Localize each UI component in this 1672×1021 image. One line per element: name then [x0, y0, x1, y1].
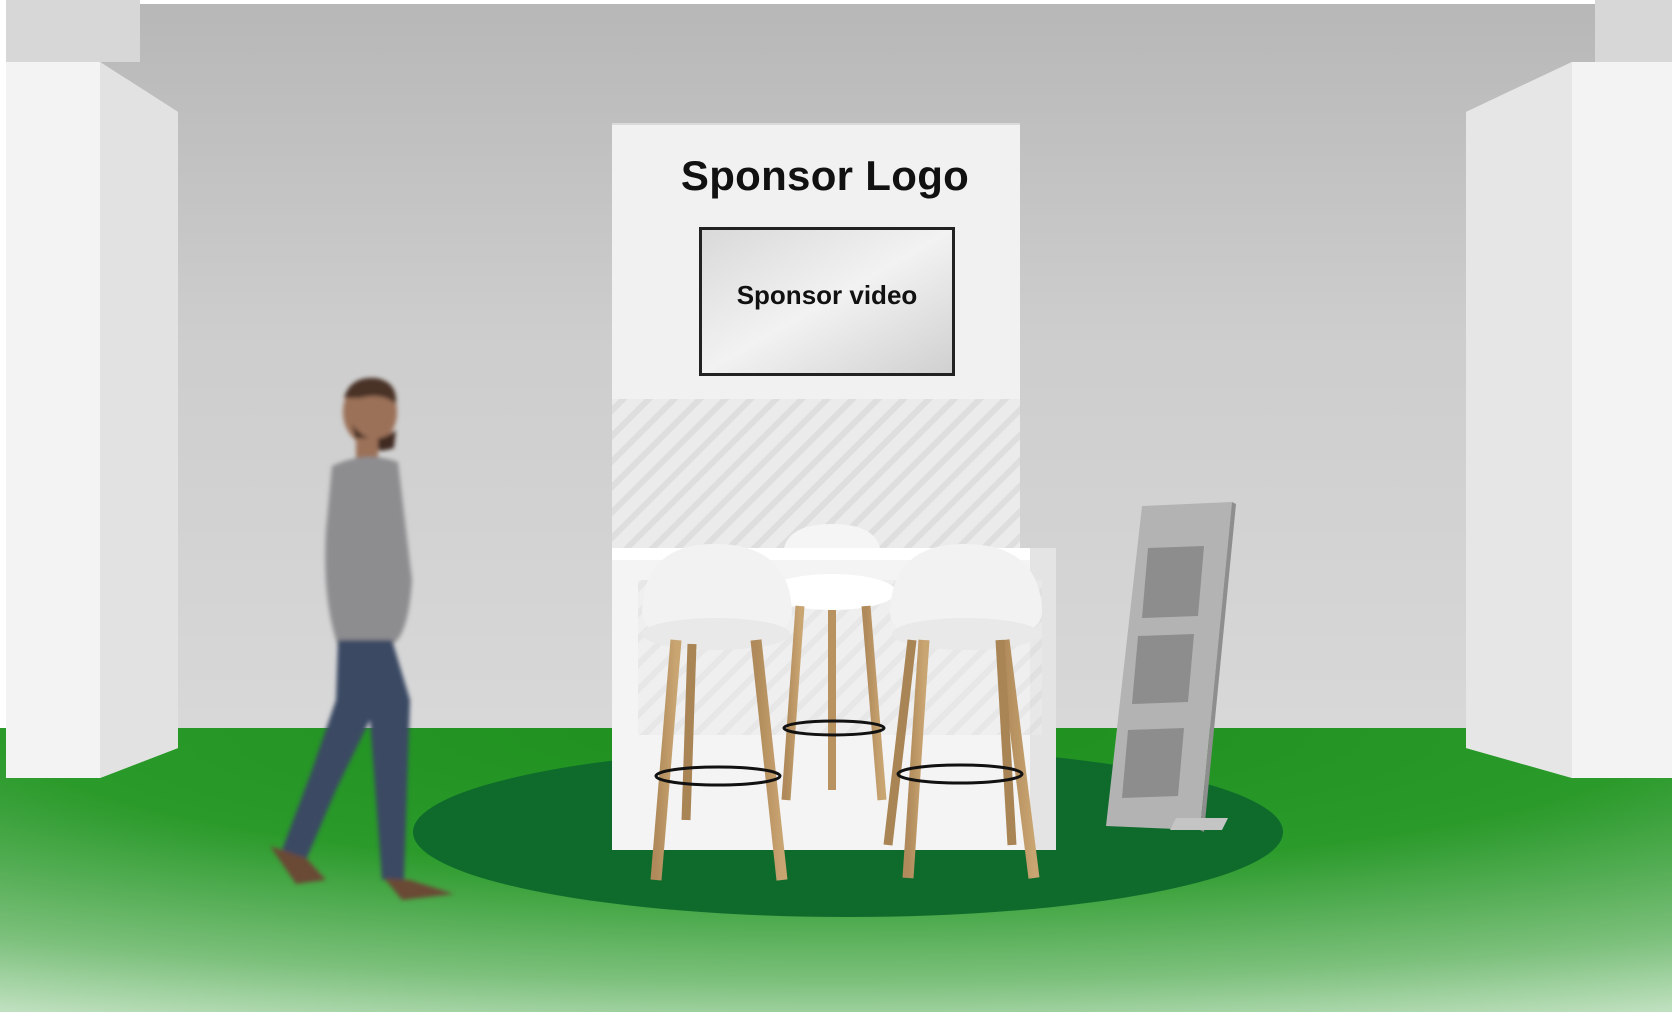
image-border-bottom [0, 1012, 1672, 1016]
sponsor-video-text: Sponsor video [736, 280, 918, 310]
image-border-top [0, 0, 1672, 4]
sponsor-logo-text: Sponsor Logo [680, 152, 970, 199]
right-pillar-icon [1466, 0, 1672, 778]
booth-scene: Sponsor Logo Sponsor video [0, 0, 1672, 1016]
left-pillar-icon [6, 0, 178, 778]
